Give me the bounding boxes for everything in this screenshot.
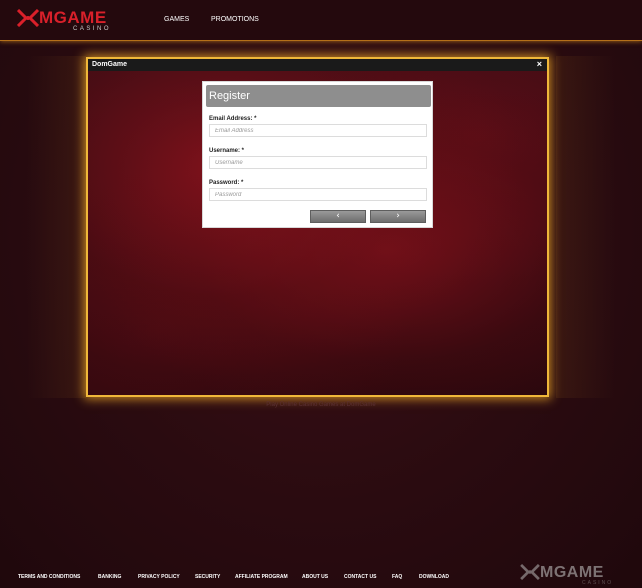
logo-tagline: CASINO: [73, 26, 112, 32]
left-glow-decoration: [26, 56, 86, 398]
nav-item-games[interactable]: GAMES: [164, 16, 189, 23]
username-label: Username: *: [209, 148, 245, 154]
next-button[interactable]: ›: [370, 210, 426, 223]
register-form: Register Email Address: * Username: * Pa…: [202, 81, 433, 228]
nav-item-promotions[interactable]: PROMOTIONS: [211, 16, 259, 23]
footer-link-affiliate[interactable]: AFFILIATE PROGRAM: [235, 574, 288, 580]
username-field[interactable]: [209, 156, 427, 169]
footer-link-privacy[interactable]: PRIVACY POLICY: [138, 574, 180, 580]
password-field[interactable]: [209, 188, 427, 201]
password-label: Password: *: [209, 180, 244, 186]
email-label: Email Address: *: [209, 116, 257, 122]
footer-link-faq[interactable]: FAQ: [392, 574, 402, 580]
close-icon[interactable]: ×: [537, 59, 542, 70]
footer-link-terms[interactable]: TERMS AND CONDITIONS: [18, 574, 80, 580]
footer-link-about[interactable]: ABOUT US: [302, 574, 328, 580]
x-mark-icon: [520, 564, 540, 580]
footer-link-security[interactable]: SECURITY: [195, 574, 220, 580]
modal-title: DomGame: [92, 61, 128, 68]
seo-text: Play Online Casino Games at DomGame: [266, 402, 376, 408]
footer-logo-tagline: CASINO: [582, 580, 614, 586]
site-header: MGAME CASINO GAMES PROMOTIONS: [0, 0, 642, 41]
previous-button[interactable]: ‹: [310, 210, 366, 223]
x-mark-icon: [17, 9, 39, 27]
footer-link-banking[interactable]: BANKING: [98, 574, 121, 580]
footer-link-contact[interactable]: CONTACT US: [344, 574, 376, 580]
email-field[interactable]: [209, 124, 427, 137]
site-logo[interactable]: MGAME CASINO: [17, 8, 117, 34]
footer-logo: MGAME CASINO: [520, 563, 620, 587]
modal-titlebar: DomGame ×: [88, 59, 547, 71]
right-glow-decoration: [556, 56, 616, 398]
register-title: Register: [209, 90, 250, 102]
register-header: Register: [206, 85, 431, 107]
footer-link-download[interactable]: DOWNLOAD: [419, 574, 449, 580]
